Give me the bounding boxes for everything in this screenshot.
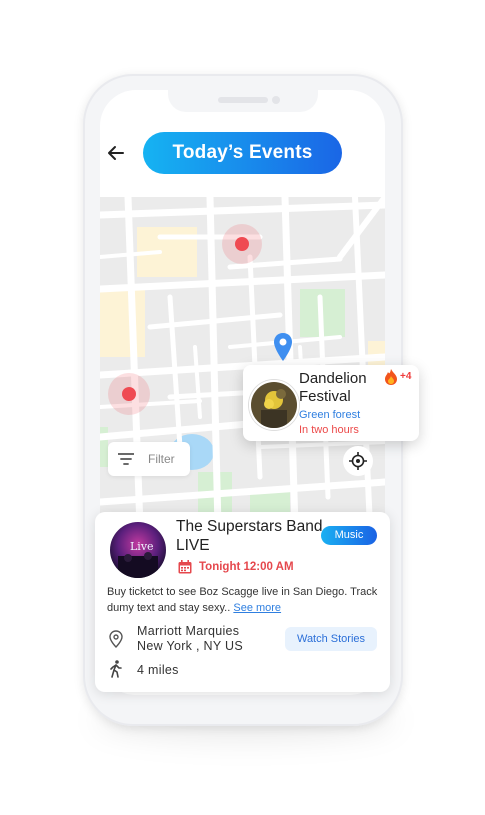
venue-city: New York , NY US	[137, 639, 244, 653]
distance-text: 4 miles	[137, 663, 179, 677]
filter-button[interactable]: Filter	[108, 442, 190, 476]
more-count-badge: +4	[400, 371, 412, 382]
event-avatar: Live	[110, 522, 166, 578]
front-camera	[272, 96, 280, 104]
event-card[interactable]: Live The Superstars Band LIVE Music Toni…	[95, 512, 390, 692]
event-thumbnail	[249, 380, 299, 430]
walking-icon	[110, 660, 122, 678]
event-marker[interactable]	[222, 224, 262, 264]
speaker-grill	[218, 97, 268, 103]
fire-icon	[384, 369, 398, 385]
event-name: Dandelion Festival	[299, 370, 367, 405]
watch-stories-button[interactable]: Watch Stories	[285, 627, 377, 651]
my-location-button[interactable]	[343, 446, 373, 476]
venue-name: Marriott Marquies	[137, 624, 240, 638]
event-marker[interactable]	[108, 373, 150, 415]
back-arrow-icon[interactable]	[106, 143, 126, 163]
crosshair-icon	[349, 452, 367, 470]
map-pin-icon	[109, 630, 123, 648]
filter-icon	[118, 453, 134, 465]
page-title: Today’s Events	[143, 132, 342, 174]
location-pin-icon[interactable]	[273, 333, 293, 361]
avatar-live-text: Live	[130, 540, 154, 553]
category-tag[interactable]: Music	[321, 526, 377, 545]
calendar-icon	[178, 560, 192, 574]
event-start-time: Tonight 12:00 AM	[199, 561, 294, 573]
event-time: In two hours	[299, 424, 359, 436]
event-description: Buy ticketct to see Boz Scagge live in S…	[107, 584, 382, 616]
filter-label: Filter	[148, 452, 175, 466]
see-more-link[interactable]: See more	[233, 602, 281, 614]
event-place: Green forest	[299, 409, 361, 421]
venue-address: Marriott Marquies New York , NY US	[137, 624, 243, 654]
event-title: The Superstars Band LIVE	[176, 518, 323, 554]
event-popup[interactable]: Dandelion Festival +4 Green forest In tw…	[243, 365, 419, 441]
